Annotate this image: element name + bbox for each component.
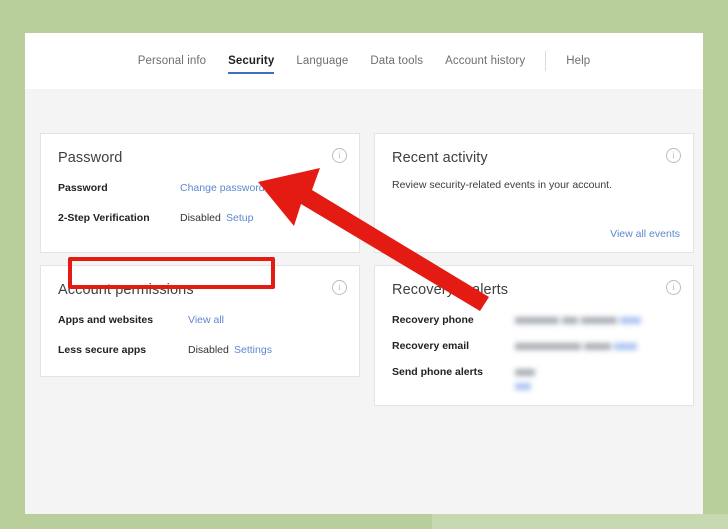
row-label: 2-Step Verification xyxy=(58,212,150,224)
recovery-phone-value-redacted[interactable] xyxy=(515,314,644,326)
tab-label: Data tools xyxy=(370,55,424,67)
row-less-secure-apps: Less secure apps Disabled Settings xyxy=(58,344,345,361)
recent-activity-description: Review security-related events in your a… xyxy=(392,179,613,191)
info-icon[interactable]: i xyxy=(666,148,681,163)
row-two-step-verification: 2-Step Verification Disabled Setup xyxy=(58,212,345,229)
info-icon[interactable]: i xyxy=(666,280,681,295)
recovery-email-value-redacted[interactable] xyxy=(515,340,640,352)
settings-content-area: Password i Password Change password 2-St… xyxy=(25,89,703,514)
card-title: Password xyxy=(58,150,123,166)
tab-label: Help xyxy=(566,55,591,67)
tab-divider xyxy=(545,51,547,71)
settings-link[interactable]: Settings xyxy=(234,344,272,356)
view-all-events-link[interactable]: View all events xyxy=(610,228,680,240)
card-password: Password i Password Change password 2-St… xyxy=(40,133,360,253)
row-label: Password xyxy=(58,182,108,194)
two-step-status: Disabled xyxy=(180,212,221,224)
tab-label: Language xyxy=(296,55,349,67)
card-recent-activity: Recent activity i Review security-relate… xyxy=(374,133,694,253)
tab-label: Personal info xyxy=(137,55,207,67)
tab-data-tools[interactable]: Data tools xyxy=(359,44,434,78)
row-label: Send phone alerts xyxy=(392,366,484,378)
less-secure-apps-status: Disabled xyxy=(188,344,229,356)
row-send-phone-alerts: Send phone alerts xyxy=(392,366,679,390)
setup-link[interactable]: Setup xyxy=(226,212,253,224)
row-label: Less secure apps xyxy=(58,344,147,356)
tab-language[interactable]: Language xyxy=(285,44,359,78)
send-phone-alerts-value-redacted[interactable] xyxy=(515,366,538,390)
tab-personal-info[interactable]: Personal info xyxy=(127,44,217,78)
row-label: Apps and websites xyxy=(58,314,154,326)
tab-label: Security xyxy=(228,55,275,67)
tab-bar: Personal info Security Language Data too… xyxy=(25,33,703,89)
row-recovery-phone: Recovery phone xyxy=(392,314,679,331)
tab-label: Account history xyxy=(445,55,526,67)
row-label: Recovery email xyxy=(392,340,470,352)
nav-tabs: Personal info Security Language Data too… xyxy=(25,33,703,89)
info-icon[interactable]: i xyxy=(332,280,347,295)
row-apps-and-websites: Apps and websites View all xyxy=(58,314,345,331)
info-icon[interactable]: i xyxy=(332,148,347,163)
card-title: Recent activity xyxy=(392,150,488,166)
tab-account-history[interactable]: Account history xyxy=(434,44,536,78)
change-password-link[interactable]: Change password xyxy=(180,182,265,194)
card-recovery-alerts: Recovery & alerts i Recovery phone Recov… xyxy=(374,265,694,406)
card-title: Recovery & alerts xyxy=(392,282,509,298)
bottom-green-strip xyxy=(432,514,728,529)
tab-security[interactable]: Security xyxy=(217,44,285,78)
view-all-link[interactable]: View all xyxy=(188,314,224,326)
account-settings-page: Personal info Security Language Data too… xyxy=(25,33,703,514)
row-label: Recovery phone xyxy=(392,314,474,326)
annotation-highlight-box xyxy=(68,257,275,289)
tab-help[interactable]: Help xyxy=(555,44,601,78)
row-recovery-email: Recovery email xyxy=(392,340,679,357)
tab-active-underline xyxy=(228,72,275,74)
row-password: Password Change password xyxy=(58,182,345,199)
